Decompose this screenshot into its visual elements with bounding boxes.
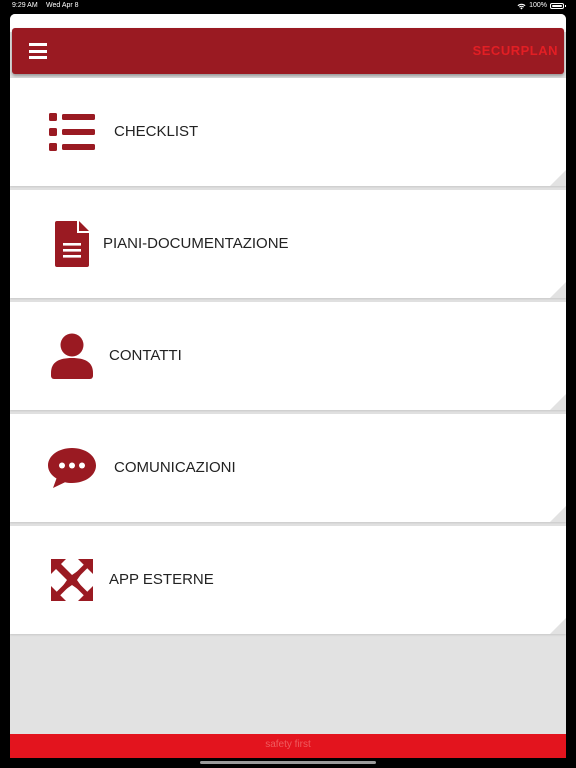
app-header: SECURPLAN	[12, 28, 564, 74]
menu-item-label: CHECKLIST	[114, 123, 199, 140]
person-icon	[44, 302, 100, 410]
home-indicator[interactable]	[200, 761, 376, 764]
menu-item-piani-documentazione[interactable]: PIANI-DOCUMENTAZIONE	[10, 190, 566, 298]
brand-title: SECURPLAN	[472, 43, 558, 58]
status-time: 9:29 AM	[12, 2, 38, 9]
menu-item-contatti[interactable]: CONTATTI	[10, 302, 566, 410]
expand-arrows-icon	[44, 526, 100, 634]
status-bar: 9:29 AM Wed Apr 8 100%	[0, 0, 576, 12]
menu-item-label: PIANI-DOCUMENTAZIONE	[103, 235, 289, 252]
menu-item-label: CONTATTI	[109, 347, 182, 364]
status-date: Wed Apr 8	[46, 2, 79, 9]
footer-text: safety first	[265, 739, 311, 750]
battery-percent: 100%	[529, 2, 547, 9]
main-menu: CHECKLIST PIANI-DOCUMENTAZIONE CONTATTI …	[10, 78, 566, 638]
menu-item-checklist[interactable]: CHECKLIST	[10, 78, 566, 186]
chat-bubble-icon	[44, 414, 100, 522]
status-right: 100%	[517, 0, 566, 12]
document-icon	[44, 190, 100, 298]
battery-icon	[550, 3, 566, 9]
menu-item-label: COMUNICAZIONI	[114, 459, 236, 476]
wifi-icon	[517, 3, 526, 9]
list-icon	[44, 78, 100, 186]
menu-item-app-esterne[interactable]: APP ESTERNE	[10, 526, 566, 634]
menu-item-comunicazioni[interactable]: COMUNICAZIONI	[10, 414, 566, 522]
menu-item-label: APP ESTERNE	[109, 571, 214, 588]
footer-bar: safety first	[10, 734, 566, 758]
hamburger-icon[interactable]	[29, 43, 47, 59]
app-screen: SECURPLAN CHECKLIST PIANI-DOCUMENTAZIONE…	[10, 14, 566, 758]
